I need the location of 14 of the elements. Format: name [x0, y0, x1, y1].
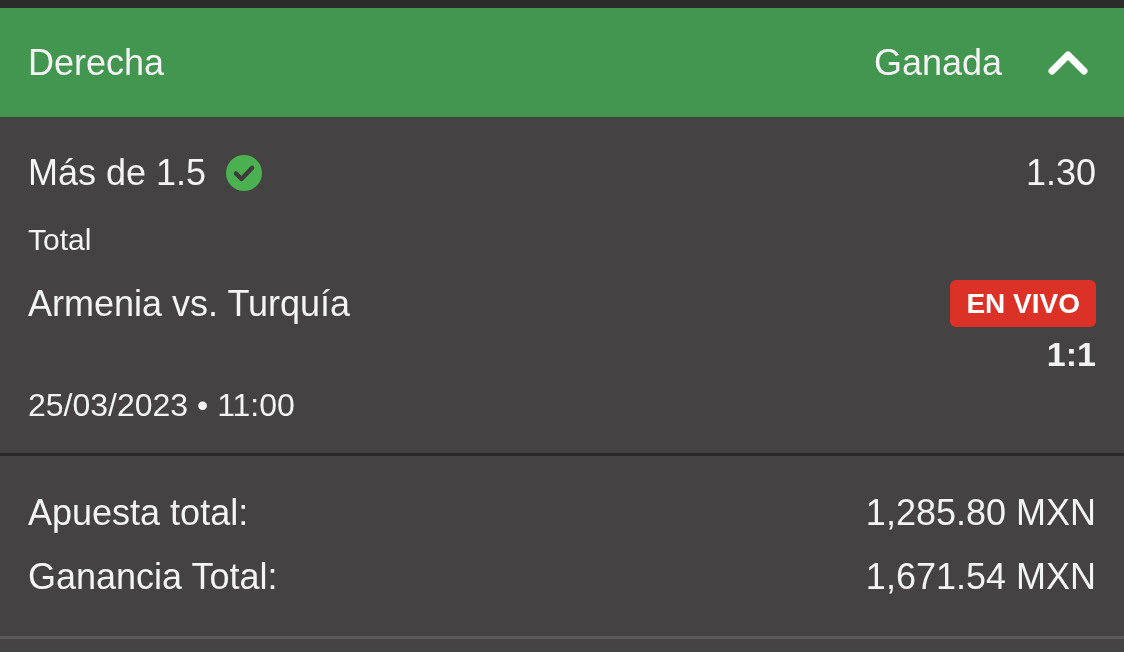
event-name: Armenia vs. Turquía [28, 282, 351, 326]
match-score: 1:1 [1046, 334, 1096, 374]
chevron-up-icon[interactable] [1048, 50, 1088, 75]
bet-type-title: Derecha [28, 40, 165, 85]
summary-amount: 1,285.80 MXN [865, 491, 1096, 535]
bet-result-status: Ganada [873, 40, 1002, 85]
summary-label: Ganancia Total: [28, 555, 278, 599]
event-datetime: 25/03/2023 • 11:00 [28, 386, 295, 425]
market-name: Total [28, 222, 92, 258]
live-badge: EN VIVO [950, 280, 1096, 327]
summary-label: Apuesta total: [28, 491, 249, 535]
selection-pick: Más de 1.5 [28, 151, 207, 195]
summary-amount: 1,671.54 MXN [865, 555, 1096, 599]
selection-odds: 1.30 [1025, 151, 1096, 195]
